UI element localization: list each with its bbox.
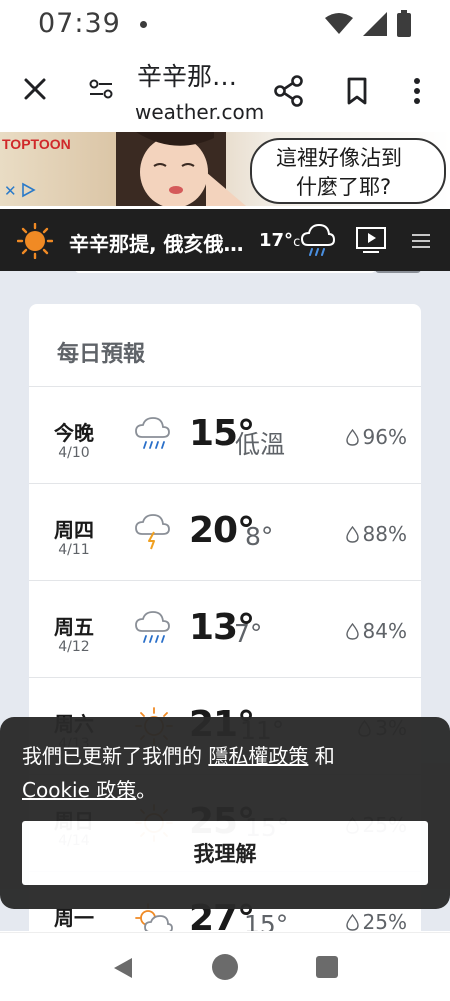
privacy-policy-link[interactable]: 隱私權政策 <box>208 744 308 768</box>
forecast-day: 周四 <box>54 518 94 542</box>
forecast-row[interactable]: 周四 4/11 20° 8° 88% <box>29 483 421 580</box>
menu-icon[interactable] <box>410 231 432 251</box>
forecast-day: 周五 <box>54 615 94 639</box>
cookie-text-before: 我們已更新了我們的 <box>22 744 209 768</box>
site-settings-icon[interactable] <box>86 74 116 104</box>
search-button-edge <box>375 271 421 273</box>
page-url[interactable]: weather.com <box>135 100 265 124</box>
forecast-date: 4/15 <box>29 930 119 931</box>
weather-header: 辛辛那提, 俄亥俄… 17°c <box>0 209 450 271</box>
page-title: 辛辛那… <box>137 62 238 91</box>
cookie-text-end: 。 <box>136 778 157 802</box>
status-icons <box>324 10 412 38</box>
battery-icon <box>397 10 411 37</box>
forecast-row[interactable]: 今晚 4/10 15° 低溫 96% <box>29 386 421 483</box>
forecast-precip: 84% <box>345 619 407 643</box>
precip-value: 96% <box>362 425 407 449</box>
status-bar: 07:39 <box>0 0 450 48</box>
forecast-date: 4/12 <box>58 639 90 655</box>
more-vert-icon[interactable] <box>402 74 432 108</box>
location-name[interactable]: 辛辛那提, 俄亥俄… <box>69 228 244 257</box>
cookie-policy-link[interactable]: Cookie 政策 <box>22 778 136 802</box>
rain-cloud-icon <box>135 417 170 449</box>
search-bar-edge <box>75 271 375 273</box>
accept-cookie-button[interactable]: 我理解 <box>22 821 428 885</box>
cookie-banner: 我們已更新了我們的 隱私權政策 和 Cookie 政策。 我理解 <box>0 717 450 909</box>
share-icon[interactable] <box>272 74 306 108</box>
ad-text-line1: 這裡好像沾到 <box>276 146 402 170</box>
adchoices-icon[interactable] <box>20 182 36 198</box>
home-icon[interactable] <box>212 954 238 980</box>
wifi-icon <box>325 13 353 34</box>
cookie-message: 我們已更新了我們的 隱私權政策 和 Cookie 政策。 <box>22 739 432 807</box>
current-temp-value: 17° <box>259 230 294 251</box>
precipitation-drop-icon <box>345 622 359 640</box>
close-icon[interactable] <box>18 72 52 106</box>
ad-brand: TOPTOON <box>2 136 71 152</box>
rain-cloud-icon <box>135 611 170 643</box>
card-title: 每日預報 <box>57 342 146 367</box>
ad-close-icon[interactable]: ✕ <box>4 182 17 200</box>
forecast-date: 4/11 <box>58 542 90 558</box>
precipitation-drop-icon <box>345 913 359 931</box>
forecast-low: 低溫 <box>235 430 286 459</box>
forecast-precip: 96% <box>345 425 407 449</box>
precip-value: 25% <box>362 910 407 931</box>
forecast-date: 4/10 <box>58 445 90 461</box>
recents-icon[interactable] <box>316 956 338 978</box>
system-nav-bar <box>0 932 450 1001</box>
ad-text-line2: 什麼了耶? <box>296 175 392 199</box>
ad-banner[interactable]: TOPTOON 這裡好像沾到 什麼了耶? ✕ <box>0 132 450 206</box>
notification-dot-icon <box>140 21 147 28</box>
forecast-low: 7° <box>234 619 263 648</box>
precipitation-drop-icon <box>345 525 359 543</box>
thunderstorm-icon <box>135 514 170 550</box>
bookmark-icon[interactable] <box>340 74 374 108</box>
forecast-day: 今晚 <box>54 421 94 445</box>
cookie-text-and: 和 <box>308 744 335 768</box>
precip-value: 88% <box>362 522 407 546</box>
status-time: 07:39 <box>38 8 121 39</box>
rain-cloud-icon <box>300 223 336 256</box>
forecast-precip: 88% <box>345 522 407 546</box>
forecast-low: 15° <box>244 910 289 931</box>
ad-character-image <box>116 132 246 206</box>
forecast-row[interactable]: 周五 4/12 13° 7° 84% <box>29 580 421 677</box>
video-icon[interactable] <box>355 226 387 254</box>
browser-toolbar: 辛辛那… weather.com <box>0 48 450 132</box>
precip-value: 84% <box>362 619 407 643</box>
forecast-low: 8° <box>245 522 274 551</box>
current-temperature: 17°c <box>259 230 300 251</box>
precipitation-drop-icon <box>345 428 359 446</box>
back-icon[interactable] <box>110 955 136 981</box>
sun-logo-icon[interactable] <box>17 223 53 259</box>
cell-signal-icon <box>363 12 387 36</box>
forecast-precip: 25% <box>345 910 407 931</box>
